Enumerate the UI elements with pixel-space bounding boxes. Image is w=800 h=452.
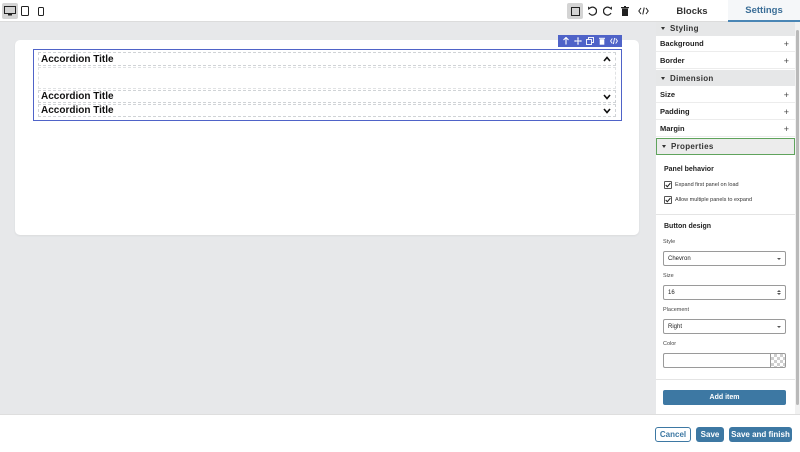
style-value: Chevron [668, 255, 691, 262]
placement-select[interactable]: Right [663, 319, 786, 334]
placement-label: Placement [663, 307, 689, 313]
prop-padding[interactable]: Padding + [656, 104, 795, 120]
square-outline-icon[interactable] [567, 3, 583, 19]
divider [656, 214, 795, 215]
desktop-icon[interactable] [2, 3, 18, 19]
prop-label: Padding [660, 107, 690, 116]
prop-size[interactable]: Size + [656, 87, 795, 103]
copy-icon[interactable] [586, 37, 594, 45]
color-input[interactable] [663, 353, 771, 368]
mobile-icon[interactable] [33, 3, 49, 19]
caret-down-icon [661, 26, 665, 30]
stepper-icon[interactable] [777, 290, 781, 295]
chevron-down-icon[interactable] [601, 106, 613, 116]
accordion-title: Accordion Title [41, 91, 114, 102]
section-title: Properties [671, 142, 714, 151]
panel-tabs: Blocks Settings [656, 0, 800, 22]
size-input[interactable]: 16 [663, 285, 786, 300]
style-label: Style [663, 239, 676, 245]
trash-icon[interactable] [617, 3, 633, 19]
section-dimension[interactable]: Dimension [656, 70, 795, 86]
prop-label: Size [660, 90, 676, 99]
checkbox-label: Expand first panel on load [675, 182, 739, 188]
plus-icon[interactable]: + [784, 39, 789, 49]
accordion-item-3[interactable]: Accordion Title [38, 104, 616, 117]
section-title: Dimension [670, 73, 714, 83]
chevron-up-icon[interactable] [601, 54, 613, 64]
delete-icon[interactable] [598, 37, 606, 45]
checkbox-label: Allow multiple panels to expand [675, 197, 753, 203]
arrow-up-icon[interactable] [562, 37, 570, 45]
prop-label: Border [660, 56, 685, 65]
divider [656, 379, 795, 380]
prop-background[interactable]: Background + [656, 36, 795, 52]
tab-settings[interactable]: Settings [728, 0, 800, 22]
save-button[interactable]: Save [696, 427, 724, 442]
accordion-title: Accordion Title [41, 105, 114, 116]
color-swatch[interactable] [770, 353, 786, 368]
color-label: Color [663, 341, 677, 347]
settings-panel: Styling Background + Border + Dimension … [656, 22, 795, 414]
block-toolbar [558, 35, 622, 47]
chevron-down-icon[interactable] [601, 92, 613, 102]
cancel-button[interactable]: Cancel [655, 427, 691, 442]
button-design-title: Button design [664, 223, 712, 230]
accordion-item-1[interactable]: Accordion Title [38, 52, 616, 66]
size-label: Size [663, 273, 674, 279]
caret-down-icon [661, 76, 665, 80]
chevron-down-icon [777, 257, 781, 260]
redo-icon[interactable] [600, 3, 616, 19]
prop-border[interactable]: Border + [656, 53, 795, 69]
section-properties[interactable]: Properties [656, 138, 795, 155]
caret-down-icon [662, 145, 666, 148]
undo-icon[interactable] [584, 3, 600, 19]
add-item-button[interactable]: Add item [663, 390, 786, 405]
style-select[interactable]: Chevron [663, 251, 786, 266]
section-styling[interactable]: Styling [656, 22, 795, 36]
plus-icon[interactable]: + [784, 56, 789, 66]
panel-scrollbar[interactable] [795, 22, 800, 414]
accordion-title: Accordion Title [41, 53, 114, 65]
scrollbar-thumb[interactable] [796, 30, 799, 405]
prop-label: Background [660, 39, 704, 48]
expand-first-option[interactable]: Expand first panel on load [664, 181, 739, 189]
placement-value: Right [668, 323, 683, 330]
section-title: Styling [670, 23, 699, 33]
code-icon[interactable] [635, 3, 651, 19]
tab-blocks[interactable]: Blocks [656, 0, 728, 22]
prop-label: Margin [660, 124, 685, 133]
move-icon[interactable] [574, 37, 582, 45]
panel-behavior-title: Panel behavior [664, 166, 714, 173]
top-toolbar: Blocks Settings [0, 0, 800, 22]
accordion-panel-content [38, 67, 616, 89]
prop-margin[interactable]: Margin + [656, 121, 795, 137]
chevron-down-icon [777, 325, 781, 328]
allow-multiple-checkbox[interactable] [664, 196, 672, 204]
expand-first-checkbox[interactable] [664, 181, 672, 189]
plus-icon[interactable]: + [784, 107, 789, 117]
footer-bar: Cancel Save Save and finish [0, 414, 800, 452]
plus-icon[interactable]: + [784, 90, 789, 100]
allow-multiple-option[interactable]: Allow multiple panels to expand [664, 196, 752, 204]
plus-icon[interactable]: + [784, 124, 789, 134]
save-and-finish-button[interactable]: Save and finish [729, 427, 792, 442]
code-icon[interactable] [610, 37, 618, 45]
size-value: 16 [668, 289, 675, 296]
accordion-item-2[interactable]: Accordion Title [38, 90, 616, 103]
tablet-icon[interactable] [17, 3, 33, 19]
